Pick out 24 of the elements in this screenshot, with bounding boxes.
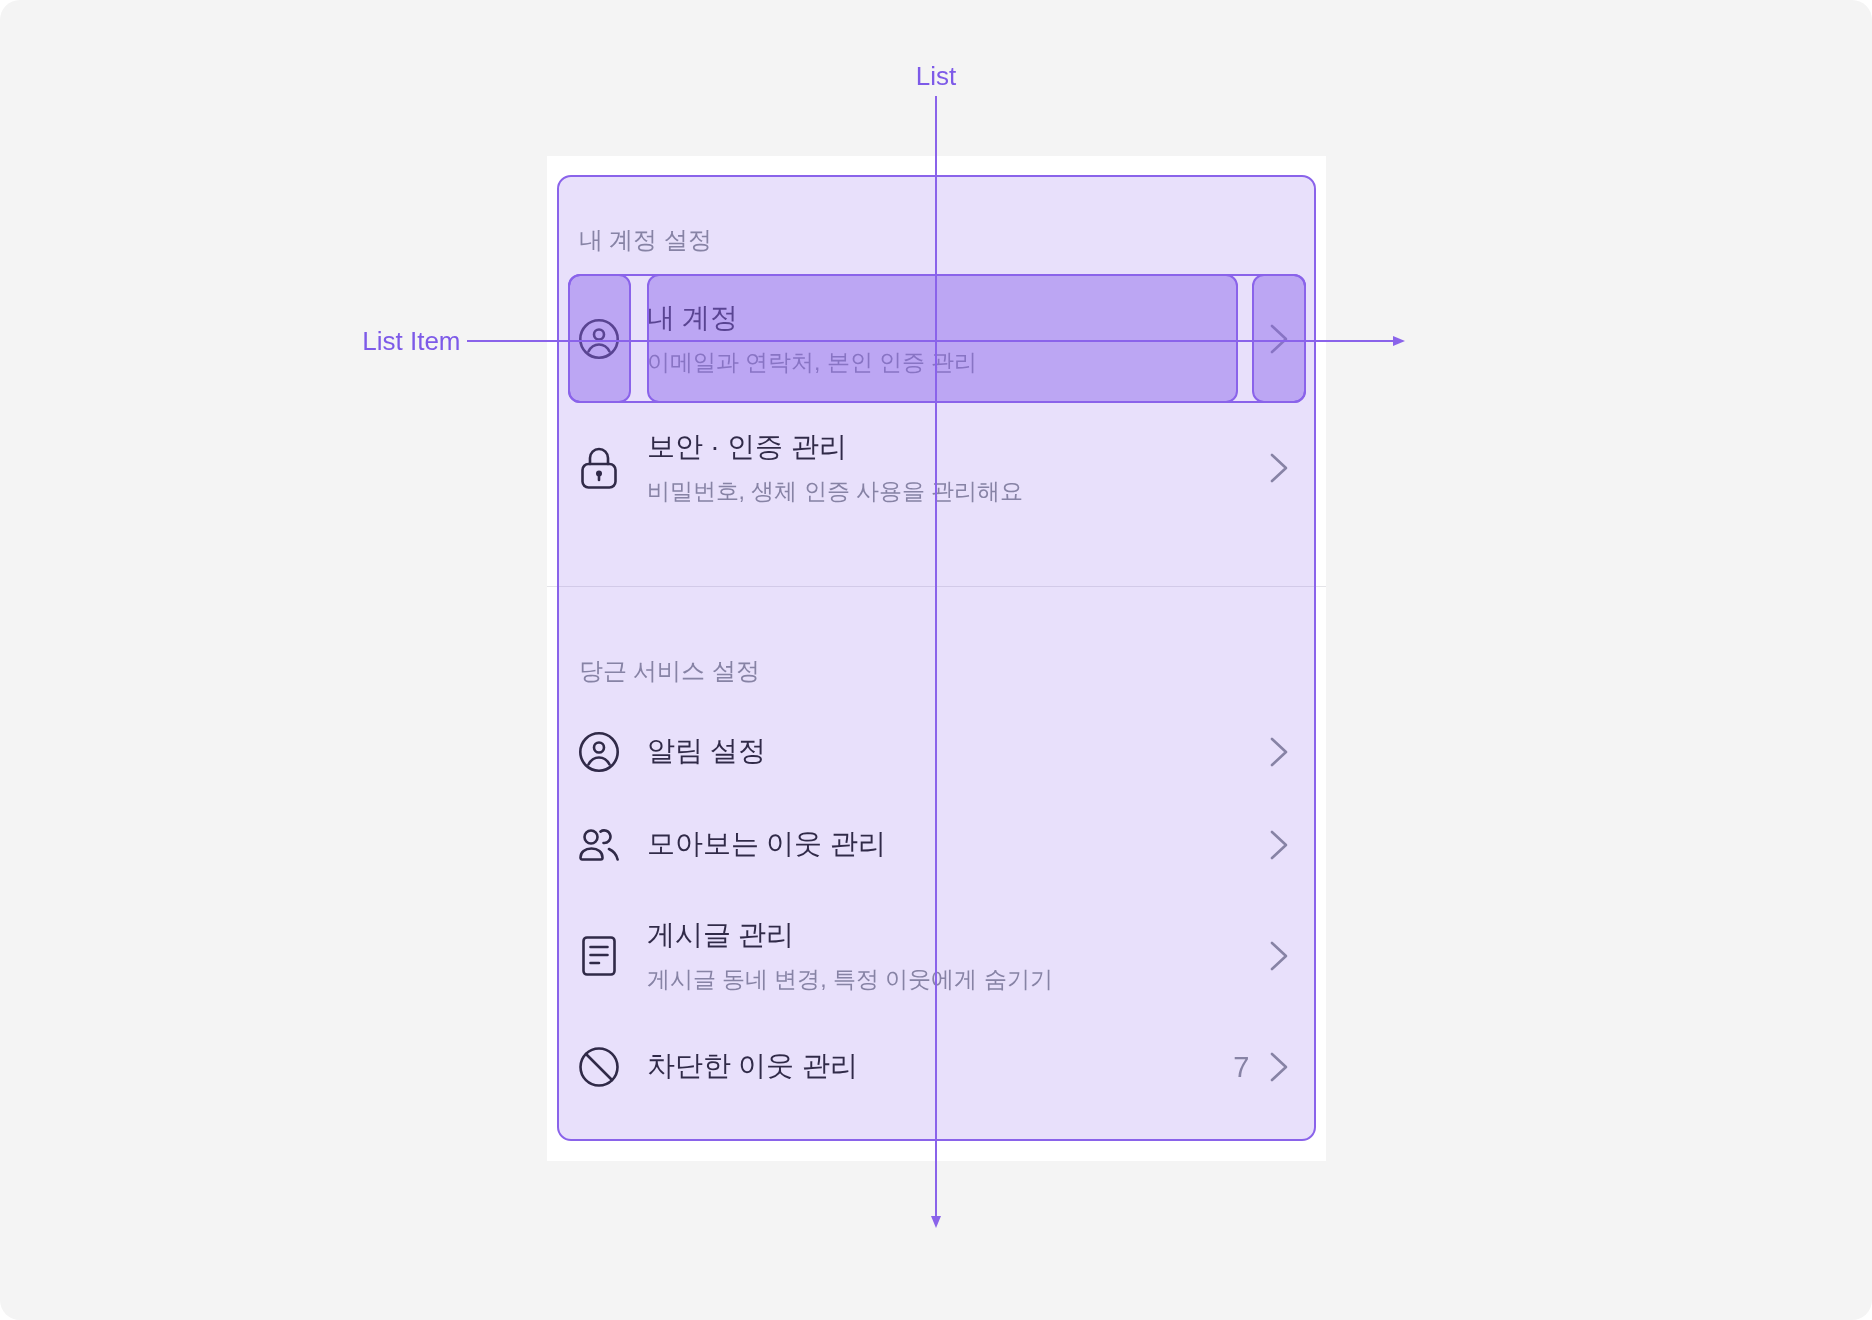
chevron-right-icon [1269, 829, 1288, 860]
lock-icon [581, 446, 617, 489]
settings-item[interactable]: 알림 설정 [567, 705, 1306, 798]
item-title: 내 계정 [646, 301, 740, 335]
section-header: 내 계정 설정 [577, 225, 713, 255]
item-count: 7 [1233, 1049, 1250, 1085]
item-title: 모아보는 이웃 관리 [646, 827, 888, 861]
settings-item[interactable]: 차단한 이웃 관리 7 [567, 1020, 1306, 1113]
item-title: 차단한 이웃 관리 [646, 1049, 860, 1083]
chevron-right-icon [1269, 452, 1288, 483]
document-icon [582, 935, 616, 976]
settings-item[interactable]: 모아보는 이웃 관리 [567, 798, 1306, 891]
chevron-right-icon [1269, 736, 1288, 767]
section-header: 당근 서비스 설정 [577, 656, 761, 686]
annotation-label: List [915, 61, 957, 91]
person-circle-icon [579, 731, 619, 772]
block-icon [579, 1046, 619, 1087]
item-title: 보안 · 인증 관리 [646, 430, 849, 464]
chevron-right-icon [1269, 1051, 1288, 1082]
chevron-right-icon [1269, 940, 1288, 971]
item-title: 알림 설정 [646, 734, 768, 768]
item-title: 게시글 관리 [646, 918, 796, 952]
annotation-label: List Item [362, 326, 461, 356]
people-icon [579, 828, 619, 861]
